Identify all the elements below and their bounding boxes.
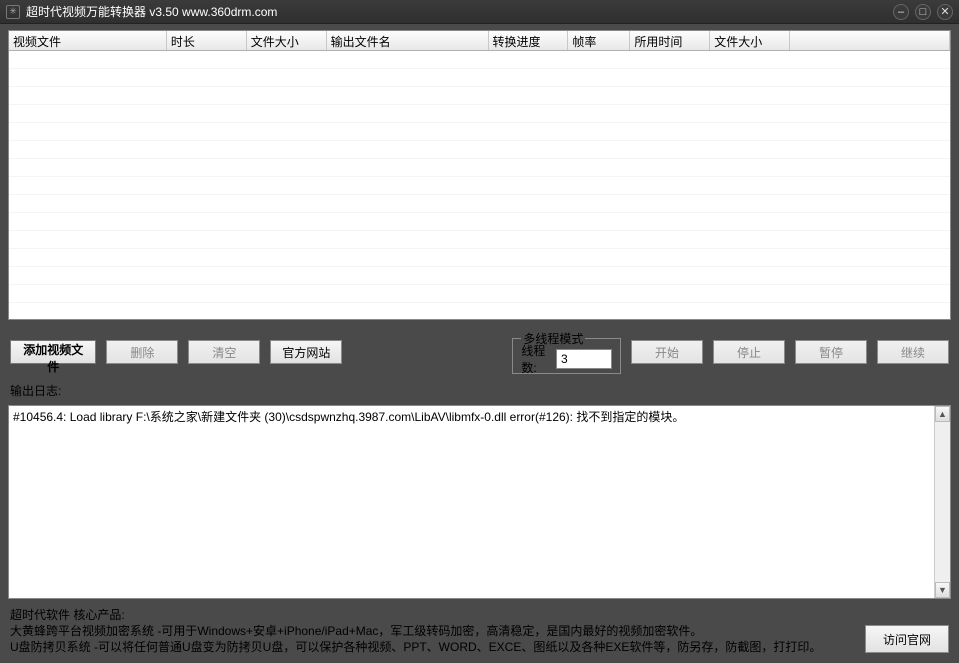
- minimize-button[interactable]: –: [893, 4, 909, 20]
- grid-body[interactable]: [9, 51, 950, 319]
- grid-column-header[interactable]: 文件大小: [710, 31, 790, 50]
- clear-button[interactable]: 清空: [188, 340, 260, 364]
- app-icon: ✳: [6, 5, 20, 19]
- log-label: 输出日志:: [8, 380, 951, 399]
- promo-line-3: U盘防拷贝系统 -可以将任何普通U盘变为防拷贝U盘，可以保护各种视频、PPT、W…: [10, 639, 855, 655]
- promo-line-2: 大黄蜂跨平台视频加密系统 -可用于Windows+安卓+iPhone/iPad+…: [10, 623, 855, 639]
- grid-column-header[interactable]: 文件大小: [247, 31, 327, 50]
- grid-column-header[interactable]: 所用时间: [630, 31, 710, 50]
- delete-button[interactable]: 删除: [106, 340, 178, 364]
- threads-fieldset: 多线程模式 线程数:: [512, 330, 621, 374]
- scroll-down-icon[interactable]: ▼: [935, 582, 950, 598]
- resume-button[interactable]: 继续: [877, 340, 949, 364]
- maximize-button[interactable]: □: [915, 4, 931, 20]
- video-grid: 视频文件时长文件大小输出文件名转换进度帧率所用时间文件大小: [8, 30, 951, 320]
- log-scrollbar[interactable]: ▲ ▼: [934, 406, 950, 598]
- grid-column-header[interactable]: 视频文件: [9, 31, 167, 50]
- grid-column-header[interactable]: 帧率: [568, 31, 630, 50]
- grid-column-header[interactable]: 时长: [167, 31, 247, 50]
- grid-column-header[interactable]: 输出文件名: [327, 31, 489, 50]
- grid-column-header[interactable]: [790, 31, 950, 50]
- grid-column-header[interactable]: 转换进度: [489, 31, 569, 50]
- playback-buttons: 开始 停止 暂停 继续: [631, 340, 949, 364]
- official-site-button[interactable]: 官方网站: [270, 340, 342, 364]
- visit-site-button[interactable]: 访问官网: [865, 625, 949, 653]
- scroll-up-icon[interactable]: ▲: [935, 406, 950, 422]
- threads-input[interactable]: [556, 349, 612, 369]
- add-video-button[interactable]: 添加视频文件: [10, 340, 96, 364]
- pause-button[interactable]: 暂停: [795, 340, 867, 364]
- log-area: #10456.4: Load library F:\系统之家\新建文件夹 (30…: [8, 405, 951, 599]
- grid-header: 视频文件时长文件大小输出文件名转换进度帧率所用时间文件大小: [9, 31, 950, 51]
- content-area: 视频文件时长文件大小输出文件名转换进度帧率所用时间文件大小 添加视频文件 删除 …: [0, 24, 959, 663]
- window-title: 超时代视频万能转换器 v3.50 www.360drm.com: [26, 3, 887, 20]
- footer: 超时代软件 核心产品: 大黄蜂跨平台视频加密系统 -可用于Windows+安卓+…: [8, 605, 951, 655]
- log-text[interactable]: #10456.4: Load library F:\系统之家\新建文件夹 (30…: [9, 406, 934, 598]
- threads-label: 线程数:: [521, 342, 550, 376]
- start-button[interactable]: 开始: [631, 340, 703, 364]
- titlebar: ✳ 超时代视频万能转换器 v3.50 www.360drm.com – □ ✕: [0, 0, 959, 24]
- toolbar-row: 添加视频文件 删除 清空 官方网站 多线程模式 线程数: 开始 停止 暂停 继续: [8, 326, 951, 374]
- close-button[interactable]: ✕: [937, 4, 953, 20]
- promo-text: 超时代软件 核心产品: 大黄蜂跨平台视频加密系统 -可用于Windows+安卓+…: [10, 607, 855, 655]
- promo-line-1: 超时代软件 核心产品:: [10, 607, 855, 623]
- stop-button[interactable]: 停止: [713, 340, 785, 364]
